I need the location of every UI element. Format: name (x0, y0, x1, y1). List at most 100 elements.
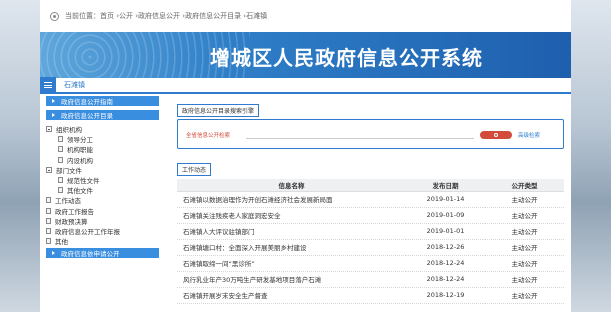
tree-item-label: 其他 (55, 238, 68, 247)
tree-item-label: 规范性文件 (67, 177, 100, 186)
row-title-link[interactable]: 石滩镇取缔一间“黑诊所” (177, 255, 406, 272)
sidebar-guide[interactable]: 政府信息公开指南 (46, 96, 159, 106)
row-type: 主动公开 (485, 191, 564, 208)
sidebar-catalog[interactable]: 政府信息公开目录 (46, 110, 159, 120)
row-date: 2018-12-24 (406, 255, 485, 272)
document-icon (58, 187, 63, 194)
header-date: 发布日期 (406, 179, 485, 192)
breadcrumb: 当前位置：首页 ›公开 ›政府信息公开 ›政府信息公开目录 ›石滩镇 (40, 0, 571, 32)
sidebar-catalog-label: 政府信息公开目录 (61, 112, 113, 120)
collapse-icon (46, 126, 52, 133)
row-type: 主动公开 (485, 287, 564, 304)
menu-button[interactable] (40, 77, 56, 93)
row-date: 2018-12-26 (406, 239, 485, 256)
document-icon (46, 227, 51, 234)
row-title-link[interactable]: 石滩镇关注残疾老人家庭洞宏安全 (177, 207, 406, 224)
triangle-right-icon (52, 99, 55, 103)
sidebar-apply[interactable]: 政府信息依申请公开 (46, 248, 159, 259)
tree-item-label: 领导分工 (67, 136, 93, 145)
row-type: 主动公开 (485, 239, 564, 256)
document-icon (58, 146, 63, 153)
search-panel-title: 政府信息公开目录搜索引擎 (177, 104, 260, 117)
tree-item[interactable]: 其他 (40, 236, 165, 246)
tree-item-label: 工作动态 (55, 197, 81, 206)
site-title: 增城区人民政府信息公开系统 (210, 46, 483, 70)
table-row[interactable]: 石滩镇人大评议驻镇部门 2019-01-01 主动公开 (177, 223, 564, 240)
table-row[interactable]: 石滩镇关注残疾老人家庭洞宏安全 2019-01-09 主动公开 (177, 207, 564, 224)
tree-item-label: 政府工作报告 (55, 207, 94, 216)
row-date: 2019-01-09 (406, 207, 485, 224)
search-panel: 全省信息公开检索 高级检索 (177, 119, 564, 149)
document-icon (46, 207, 51, 214)
site-banner: 增城区人民政府信息公开系统 (40, 32, 571, 78)
table-row[interactable]: 石滩镇以数据治理作为开创石滩经济社会发展新局面 2019-01-14 主动公开 (177, 191, 564, 208)
tree-item-label: 组织机构 (56, 126, 82, 135)
row-title-link[interactable]: 石滩镇塘口村：全面深入开展美丽乡村建设 (177, 239, 406, 256)
tree-item-label: 机构职能 (67, 146, 93, 155)
table-row[interactable]: 风行乳业年产30万吨生产研发基地项目落户石滩 2018-12-24 主动公开 (177, 271, 564, 288)
tree-item[interactable]: 内设机构 (40, 155, 165, 165)
row-date: 2019-01-14 (406, 191, 485, 208)
menu-icon (44, 82, 52, 88)
table-row[interactable]: 石滩镇塘口村：全面深入开展美丽乡村建设 2018-12-26 主动公开 (177, 239, 564, 256)
search-label: 全省信息公开检索 (186, 133, 231, 139)
tree-item[interactable]: 政府信息公开工作年报 (40, 226, 165, 236)
tree-item[interactable]: 部门文件 (40, 165, 165, 175)
row-date: 2018-12-24 (406, 271, 485, 288)
tree-item[interactable]: 其他文件 (40, 185, 165, 195)
work-panel-title: 工作动态 (177, 163, 212, 176)
row-type: 主动公开 (485, 223, 564, 240)
document-icon (46, 217, 51, 224)
catalog-tree: 组织机构 领导分工 机构职能 内设机构 部门文件规范性文件 其他文件 工作动态 政府工作报告财… (40, 124, 165, 246)
location-icon (50, 11, 59, 21)
table-row[interactable]: 石滩镇开展岁末安全生产督查 2018-12-19 主动公开 (177, 287, 564, 304)
row-date: 2018-12-19 (406, 287, 485, 304)
tree-item[interactable]: 财政预决算 (40, 216, 165, 226)
tree-item-label: 财政预决算 (55, 217, 88, 226)
header-type: 公开类型 (485, 179, 564, 192)
tree-item[interactable]: 政府工作报告 (40, 206, 165, 216)
document-icon (58, 136, 63, 143)
search-button[interactable] (480, 131, 512, 139)
main-content: 政府信息公开目录搜索引擎 全省信息公开检索 高级检索 工作动态 信息名称 发布日… (171, 96, 571, 312)
tree-item[interactable]: 领导分工 (40, 134, 165, 144)
tree-item-label: 其他文件 (67, 187, 93, 196)
row-title-link[interactable]: 石滩镇开展岁末安全生产督查 (177, 287, 406, 304)
document-icon (46, 238, 51, 245)
advanced-search-link[interactable]: 高级检索 (518, 131, 540, 139)
header-name: 信息名称 (177, 179, 406, 192)
breadcrumb-text[interactable]: 当前位置：首页 ›公开 ›政府信息公开 ›政府信息公开目录 ›石滩镇 (65, 11, 267, 21)
triangle-right-icon (52, 251, 55, 256)
table-row[interactable]: 石滩镇取缔一间“黑诊所” 2018-12-24 主动公开 (177, 255, 564, 272)
row-title-link[interactable]: 石滩镇以数据治理作为开创石滩经济社会发展新局面 (177, 191, 406, 208)
tree-item[interactable]: 机构职能 (40, 144, 165, 154)
tree-item[interactable]: 组织机构 (40, 124, 165, 134)
row-title-link[interactable]: 石滩镇人大评议驻镇部门 (177, 223, 406, 240)
background-left (0, 0, 40, 312)
work-table: 信息名称 发布日期 公开类型 石滩镇以数据治理作为开创石滩经济社会发展新局面 20… (177, 179, 564, 304)
triangle-right-icon (52, 113, 55, 117)
document-icon (58, 177, 63, 184)
search-input[interactable] (246, 131, 474, 139)
tree-item-label: 部门文件 (56, 166, 82, 175)
row-type: 主动公开 (485, 255, 564, 272)
row-date: 2019-01-01 (406, 223, 485, 240)
section-bar: 石滩镇 (40, 77, 571, 94)
tree-item-label: 内设机构 (67, 156, 93, 165)
tree-item[interactable]: 工作动态 (40, 195, 165, 205)
background-right (571, 0, 611, 312)
table-header-row: 信息名称 发布日期 公开类型 (177, 179, 564, 192)
town-link[interactable]: 石滩镇 (64, 80, 85, 90)
page-container: 当前位置：首页 ›公开 ›政府信息公开 ›政府信息公开目录 ›石滩镇 增城区人民… (40, 0, 571, 312)
tree-item-label: 政府信息公开工作年报 (55, 227, 120, 236)
document-icon (46, 197, 51, 204)
tree-item[interactable]: 规范性文件 (40, 175, 165, 185)
sidebar-guide-label: 政府信息公开指南 (61, 98, 113, 106)
collapse-icon (46, 166, 52, 173)
sidebar-apply-label: 政府信息依申请公开 (61, 250, 120, 259)
row-type: 主动公开 (485, 271, 564, 288)
document-icon (58, 156, 63, 163)
row-type: 主动公开 (485, 207, 564, 224)
row-title-link[interactable]: 风行乳业年产30万吨生产研发基地项目落户石滩 (177, 271, 406, 288)
search-icon (494, 133, 498, 137)
